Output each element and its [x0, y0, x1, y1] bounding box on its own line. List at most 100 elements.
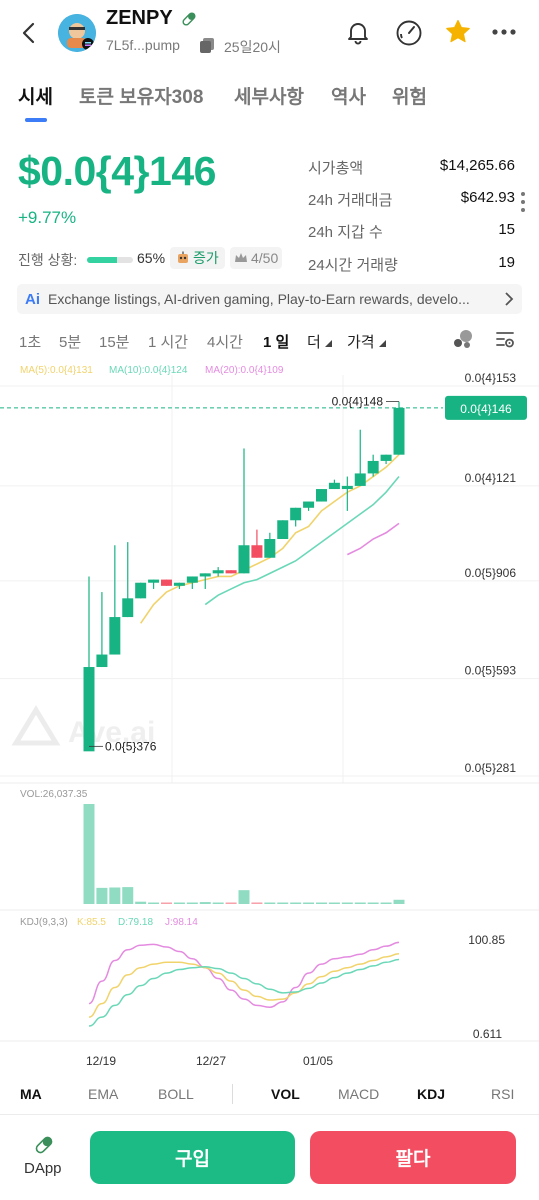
ma20-line [346, 522, 400, 556]
more-options-icon[interactable] [490, 22, 518, 42]
candle-body [354, 473, 366, 486]
candle-body [161, 579, 172, 586]
current-price: $0.0{4}146 [18, 148, 216, 194]
dapp-icon[interactable] [33, 1134, 55, 1156]
low-price-label: 0.0{5}376 [105, 739, 157, 753]
kdj-k-line [88, 953, 400, 1018]
indicator-boll[interactable]: BOLL [158, 1086, 194, 1102]
dapp-label[interactable]: DApp [24, 1160, 62, 1177]
candle-body [238, 545, 250, 574]
progress-percent: 65% [137, 250, 166, 266]
candle-body [341, 485, 353, 490]
status-badge: 증가 [170, 247, 225, 269]
price-type-select[interactable]: 가격 [347, 331, 386, 352]
timeframe-4h[interactable]: 4시간 [207, 331, 243, 352]
timeframe-5m[interactable]: 5분 [59, 331, 81, 352]
ma5-legend: MA(5):0.0{4}131 [20, 365, 93, 376]
indicator-kdj[interactable]: KDJ [417, 1086, 445, 1102]
price-chart[interactable]: 0.0{4}153 0.0{4}121 0.0{5}906 0.0{5}593 0.0{… [0, 355, 539, 1075]
gauge-icon[interactable] [394, 18, 424, 48]
volume-bar [316, 902, 327, 904]
candle-body [393, 407, 405, 455]
candle-body [380, 454, 392, 461]
buy-button[interactable]: 구입 [90, 1131, 295, 1184]
sell-button[interactable]: 팔다 [310, 1131, 516, 1184]
candle-body [173, 582, 185, 586]
ai-summary-text: Exchange listings, AI-driven gaming, Pla… [48, 291, 470, 307]
stat-value-wallets: 15 [498, 221, 515, 238]
status-text: 증가 [193, 250, 219, 266]
chevron-right-icon [505, 292, 514, 306]
token-avatar [58, 14, 96, 52]
token-age: 25일20시 [224, 39, 281, 55]
kdj-legend: KDJ(9,3,3) [20, 917, 68, 928]
x-tick-label: 12/27 [196, 1054, 226, 1068]
timeframe-more[interactable]: 더 [307, 331, 332, 352]
candle-body [277, 520, 289, 540]
kdj-j-legend: J:98.14 [165, 917, 198, 928]
high-price-label: 0.0{4}148 [332, 395, 384, 409]
indicator-icon[interactable] [452, 328, 474, 350]
back-arrow-icon[interactable] [14, 18, 44, 48]
volume-bar [277, 902, 289, 904]
pill-icon [182, 12, 196, 26]
watermark-logo-icon [11, 705, 61, 746]
kdj-j-line [88, 941, 400, 1008]
kdj-min-label: 0.611 [473, 1027, 502, 1041]
tab-details[interactable]: 세부사항 [234, 82, 304, 109]
y-tick-label: 0.0{4}121 [465, 471, 517, 485]
chart-settings-icon[interactable] [494, 328, 516, 350]
ai-summary-bar[interactable]: Ai Exchange listings, AI-driven gaming, … [17, 284, 522, 314]
candle-body [290, 507, 302, 521]
volume-bar [367, 902, 379, 904]
tab-holders[interactable]: 토큰 보유자308 [79, 82, 203, 109]
indicator-ema[interactable]: EMA [88, 1086, 118, 1102]
timeframe-1d[interactable]: 1 일 [263, 331, 289, 352]
candle-body [251, 545, 263, 558]
kdj-k-legend: K:85.5 [77, 917, 106, 928]
candle-body [148, 579, 160, 583]
volume-bar [328, 902, 340, 904]
star-icon[interactable] [444, 18, 472, 46]
volume-bar [161, 902, 172, 904]
candle-body [122, 598, 134, 618]
tab-price[interactable]: 시세 [18, 82, 53, 109]
timeframe-more-label: 더 [307, 334, 321, 351]
candle-body [96, 654, 108, 668]
indicator-macd[interactable]: MACD [338, 1086, 379, 1102]
bell-icon[interactable] [344, 18, 372, 46]
candle-body [316, 489, 327, 502]
timeframe-15m[interactable]: 15분 [99, 331, 130, 352]
candle-body [367, 460, 379, 474]
y-tick-label: 0.0{5}593 [465, 664, 517, 678]
volume-bar [135, 901, 147, 904]
token-address: 7L5f...pump [106, 37, 180, 53]
caret-icon [378, 340, 386, 347]
volume-bar [199, 902, 211, 904]
indicator-ma[interactable]: MA [20, 1086, 42, 1102]
copy-icon[interactable] [199, 37, 215, 54]
indicator-rsi[interactable]: RSI [491, 1086, 514, 1102]
timeframe-1s[interactable]: 1초 [19, 331, 41, 352]
volume-bar [225, 902, 237, 904]
stat-label-market-cap: 시가총액 [308, 160, 364, 177]
tab-history[interactable]: 역사 [331, 82, 366, 109]
volume-bar [380, 902, 392, 904]
progress-bar [87, 257, 133, 263]
indicator-vol[interactable]: VOL [271, 1086, 300, 1102]
volume-bar [186, 902, 198, 904]
tab-risk[interactable]: 위험 [392, 82, 427, 109]
progress-fill [87, 257, 117, 263]
volume-bar [238, 890, 250, 904]
token-logo-icon [58, 14, 96, 52]
volume-bar [290, 902, 302, 904]
robot-icon [178, 251, 188, 263]
volume-bar [393, 899, 405, 904]
kdj-d-legend: D:79.18 [118, 917, 153, 928]
ma20-legend: MA(20):0.0{4}109 [205, 365, 284, 376]
progress-label: 진행 상황: [18, 252, 78, 268]
y-tick-label: 0.0{5}906 [465, 566, 517, 580]
candle-body [135, 582, 147, 599]
more-stats-icon[interactable] [520, 190, 526, 220]
timeframe-1h[interactable]: 1 시간 [148, 331, 188, 352]
